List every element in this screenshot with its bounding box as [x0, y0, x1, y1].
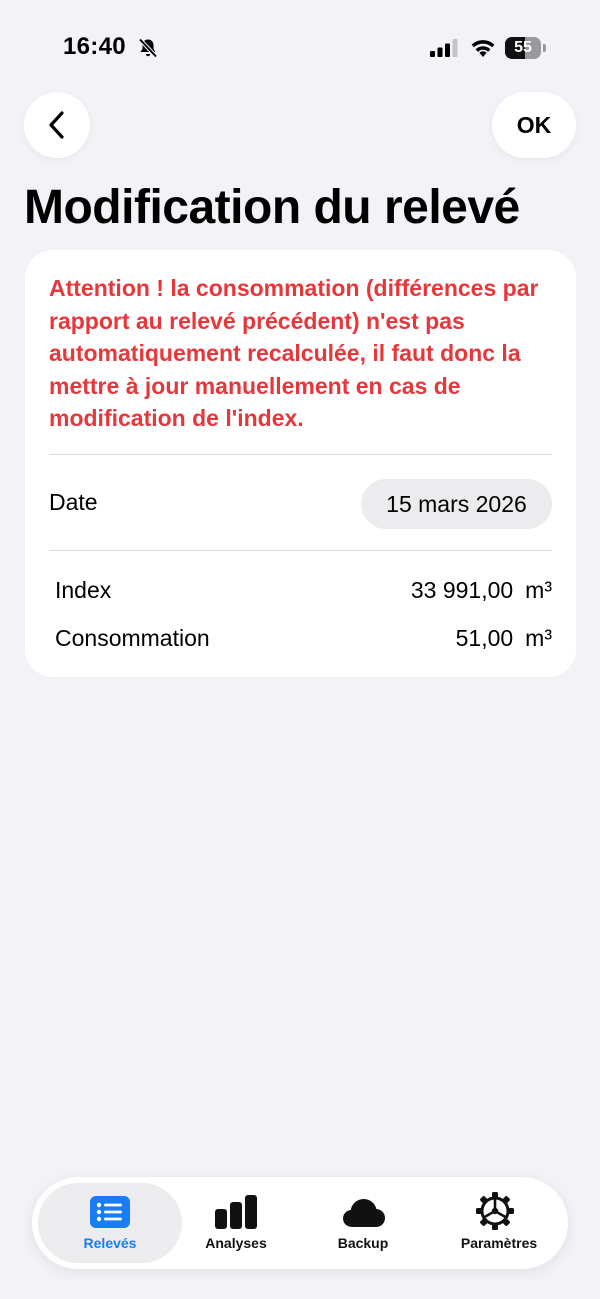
index-unit: m³: [525, 577, 552, 603]
bar-chart-icon: [215, 1195, 257, 1229]
tab-parametres[interactable]: Paramètres: [436, 1177, 562, 1269]
tab-label: Analyses: [205, 1235, 267, 1251]
back-button[interactable]: [24, 92, 90, 158]
tab-backup[interactable]: Backup: [304, 1177, 422, 1269]
tab-releves[interactable]: Relevés: [38, 1177, 182, 1269]
consumption-field[interactable]: 51,00 m³: [456, 625, 552, 652]
battery-percent: 55: [514, 39, 532, 56]
ok-button[interactable]: OK: [492, 92, 576, 158]
battery-indicator: 55: [505, 37, 547, 59]
date-label: Date: [49, 489, 98, 515]
index-label: Index: [55, 577, 112, 603]
divider: [49, 550, 552, 551]
warning-message: Attention ! la consommation (différences…: [49, 275, 539, 431]
consumption-value: 51,00: [455, 625, 514, 651]
divider: [49, 454, 552, 455]
consumption-label: Consommation: [55, 625, 210, 651]
wifi-icon: [471, 40, 495, 57]
chevron-left-icon: [49, 111, 64, 139]
tab-label: Paramètres: [460, 1235, 538, 1251]
gear-icon: [476, 1192, 514, 1230]
index-value: 33 991,00: [410, 577, 514, 603]
page-title: Modification du relevé: [24, 181, 520, 234]
bell-off-icon: [138, 38, 158, 58]
index-field[interactable]: 33 991,00 m³: [411, 577, 552, 604]
list-icon: [90, 1196, 130, 1228]
tab-bar: Relevés Analyses Backup Paramètres: [32, 1177, 568, 1269]
tab-label: Relevés: [83, 1235, 137, 1251]
tab-label: Backup: [337, 1235, 389, 1251]
status-time: 16:40: [63, 33, 126, 60]
consumption-unit: m³: [525, 625, 552, 651]
date-picker-button[interactable]: 15 mars 2026: [361, 479, 552, 529]
reading-form-card: Attention ! la consommation (différences…: [25, 250, 576, 677]
tab-analyses[interactable]: Analyses: [182, 1177, 290, 1269]
cloud-icon: [343, 1199, 385, 1227]
cellular-signal-icon: [430, 39, 458, 57]
